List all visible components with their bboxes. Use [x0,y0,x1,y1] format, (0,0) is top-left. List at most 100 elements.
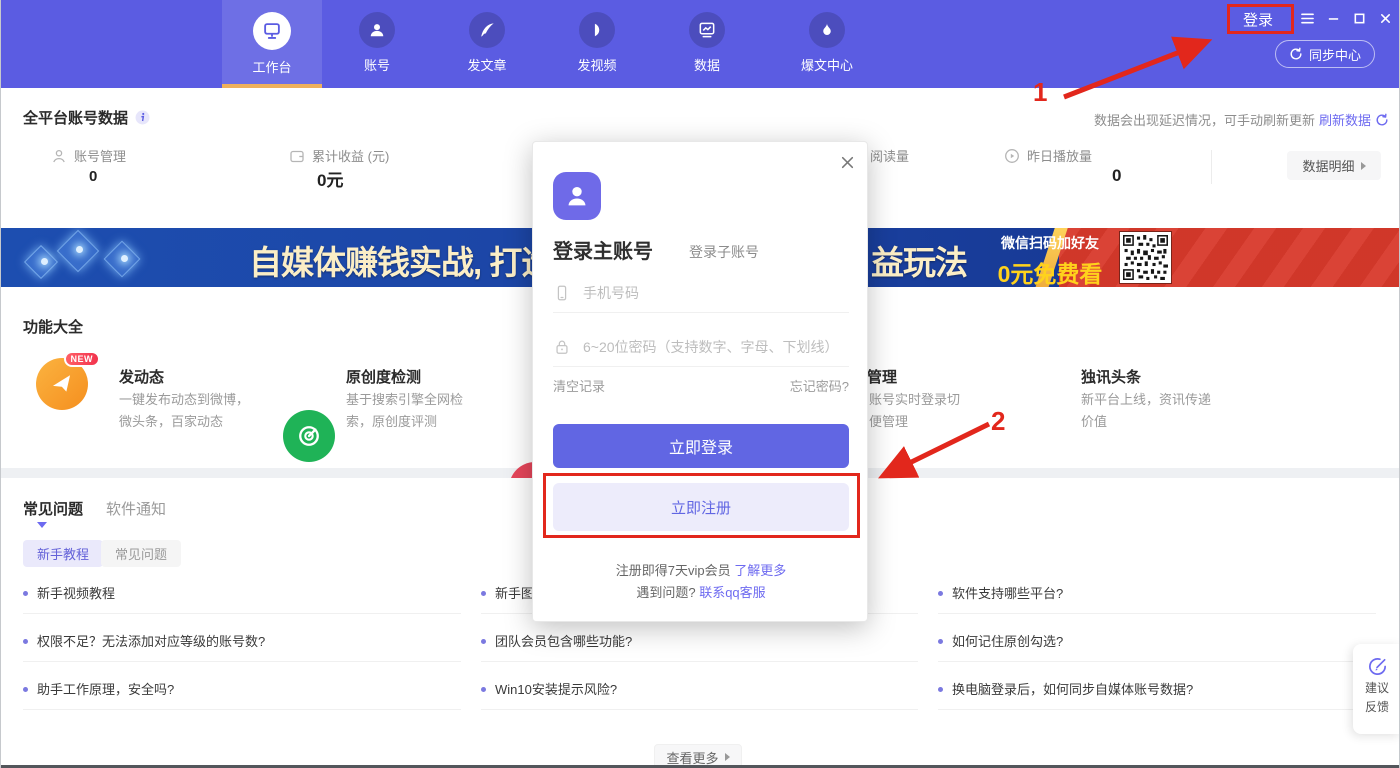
faq-item-text: 如何记住原创勾选? [952,634,1063,649]
feature-desc-fragment: 账号实时登录切 便管理 [869,389,960,433]
originality-check-icon[interactable] [283,410,335,462]
chart-icon [689,12,725,48]
vip-note-row: 注册即得7天vip会员 了解更多 [533,560,869,579]
feature-title[interactable]: 发动态 [119,366,164,387]
feedback-label-line1: 建议 [1365,679,1389,696]
stat-income-value: 0元 [317,166,343,191]
play-count-icon [1004,148,1020,164]
tab-label: 工作台 [252,57,291,76]
faq-item-text: 团队会员包含哪些功能? [495,634,632,649]
password-input[interactable] [581,338,849,356]
bullet-icon [23,639,28,644]
learn-more-link[interactable]: 了解更多 [734,563,786,578]
feature-title[interactable]: 原创度检测 [346,366,421,387]
stat-account-value: 0 [89,168,97,185]
nav-tabs: 工作台 账号 发文章 发视频 [222,0,892,88]
close-icon[interactable] [1378,11,1393,25]
avatar [553,172,601,220]
feature-desc-line: 基于搜索引擎全网检 [346,389,463,411]
forgot-password-link[interactable]: 忘记密码? [790,376,849,395]
contact-qq-link[interactable]: 联系qq客服 [699,585,765,600]
feature-desc: 新平台上线，资讯传递 价值 [1081,389,1211,433]
phone-input[interactable] [581,284,849,302]
faq-item[interactable]: 换电脑登录后，如何同步自媒体账号数据? [938,682,1376,710]
feature-title[interactable]: 独讯头条 [1081,366,1141,387]
feature-desc-line: 价值 [1081,411,1211,433]
tab-faq[interactable]: 常见问题 [23,498,83,519]
chevron-right-icon [1361,162,1366,170]
bullet-icon [938,687,943,692]
tab-publish-video[interactable]: 发视频 [542,0,652,88]
data-detail-button[interactable]: 数据明细 [1287,151,1381,180]
app-window: 工作台 账号 发文章 发视频 [0,0,1400,768]
tab-hot-articles[interactable]: 爆文中心 [762,0,892,88]
refresh-data-link[interactable]: 刷新数据 [1319,110,1371,129]
feature-desc-line: 新平台上线，资讯传递 [1081,389,1211,411]
pill-common-questions[interactable]: 常见问题 [101,540,181,567]
tab-software-notice[interactable]: 软件通知 [106,498,166,519]
help-note: 遇到问题? [636,585,695,600]
faq-item[interactable]: 团队会员包含哪些功能? [481,634,918,662]
refresh-note-row: 数据会出现延迟情况，可手动刷新更新 刷新数据 [1094,110,1389,129]
stats-divider [1211,150,1212,184]
stat-income-label-row: 累计收益 (元) [289,146,389,165]
info-icon[interactable] [135,110,150,125]
banner-headline-right-fragment: 益玩法 [871,236,967,284]
login-sub-account-tab[interactable]: 登录子账号 [689,242,759,262]
banner-promo-line1: 微信扫码加好友 [986,233,1114,253]
feedback-widget[interactable]: 建议 反馈 [1353,644,1400,734]
bullet-icon [938,639,943,644]
faq-item[interactable]: Win10安装提示风险? [481,682,918,710]
login-button[interactable]: 登录 [1235,7,1281,32]
faq-item[interactable]: 如何记住原创勾选? [938,634,1376,662]
qr-code [1119,231,1172,284]
stat-income-label: 累计收益 (元) [312,146,389,165]
clear-records-link[interactable]: 清空记录 [553,376,605,395]
refresh-icon[interactable] [1375,113,1389,127]
login-now-button[interactable]: 立即登录 [553,424,849,468]
faq-item[interactable]: 新手视频教程 [23,586,461,614]
refresh-note: 数据会出现延迟情况，可手动刷新更新 [1094,110,1315,129]
tab-label: 发视频 [577,55,616,74]
tab-publish-article[interactable]: 发文章 [432,0,542,88]
feature-title-fragment[interactable]: 管理 [867,366,897,387]
play-moon-icon [579,12,615,48]
help-note-row: 遇到问题? 联系qq客服 [533,582,869,601]
faq-item[interactable]: 权限不足？无法添加对应等级的账号数? [23,634,461,662]
features-title: 功能大全 [23,316,83,337]
register-now-button[interactable]: 立即注册 [553,483,849,531]
faq-item[interactable]: 助手工作原理，安全吗? [23,682,461,710]
sync-center-button[interactable]: 同步中心 [1275,40,1375,68]
pill-beginner-tutorial[interactable]: 新手教程 [23,540,103,567]
banner-glow-dot [41,258,48,265]
feature-desc-line: 一键发布动态到微博， [119,389,249,411]
login-main-account-tab[interactable]: 登录主账号 [553,235,653,264]
feature-desc-line: 索，原创度评测 [346,411,463,433]
menu-icon[interactable] [1300,11,1315,25]
banner-headline-text: 自媒体赚钱实战, 打造 [249,244,553,281]
quill-icon [469,12,505,48]
stat-plays-value: 0 [1112,166,1121,186]
minimize-icon[interactable] [1326,11,1341,25]
faq-item[interactable]: 软件支持哪些平台? [938,586,1376,614]
tab-label: 爆文中心 [801,55,853,74]
tab-account[interactable]: 账号 [322,0,432,88]
feature-desc-line: 账号实时登录切 [869,389,960,411]
password-field-row [553,327,849,367]
faq-item-text: 权限不足？无法添加对应等级的账号数? [37,634,265,649]
tab-data[interactable]: 数据 [652,0,762,88]
tab-workbench[interactable]: 工作台 [222,0,322,88]
feature-desc-line: 便管理 [869,411,960,433]
maximize-icon[interactable] [1352,11,1367,25]
see-more-label: 查看更多 [666,748,718,767]
tab-label: 数据 [694,55,720,74]
modal-close-icon[interactable] [840,155,855,170]
post-moments-icon[interactable]: NEW [36,358,88,410]
phone-field-row [553,273,849,313]
tab-label: 账号 [364,55,390,74]
flame-icon [809,12,845,48]
edit-icon [1367,656,1388,677]
sync-center-label: 同步中心 [1309,45,1361,64]
vip-note: 注册即得7天vip会员 [616,563,731,578]
window-controls [1300,11,1393,25]
